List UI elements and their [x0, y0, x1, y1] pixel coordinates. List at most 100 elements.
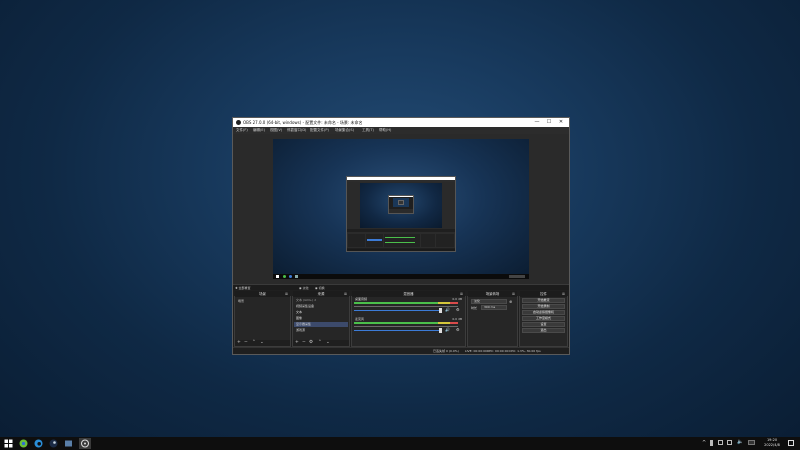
studio-mode-button[interactable]: 工作室模式: [522, 316, 565, 321]
nested-obs-window: [346, 176, 456, 252]
start-virtual-camera-button[interactable]: 启动虚拟摄像机: [522, 310, 565, 315]
volume-meter-yellow: [438, 322, 450, 324]
add-source-icon[interactable]: +: [295, 340, 299, 346]
source-item[interactable]: 文本 (GDI+) 2: [294, 298, 348, 303]
volume-meter-red: [450, 322, 458, 324]
tray-chevron-icon[interactable]: ^: [702, 440, 706, 446]
mixer-channel-db: 0.0 dB: [452, 297, 462, 301]
volume-slider-handle[interactable]: [439, 308, 442, 313]
transitions-dock-title: 场景转场 ⊠: [468, 291, 517, 297]
dock-close-icon[interactable]: ⊠: [562, 291, 565, 297]
transition-mode-a[interactable]: ◉ 淡化: [299, 286, 309, 290]
nested-docks-2: [389, 209, 413, 213]
scenes-dock: 场景 ⊠ 场景 + − ⌃ ⌄: [234, 291, 291, 347]
add-scene-icon[interactable]: +: [237, 340, 241, 346]
volume-meter-yellow: [438, 302, 450, 304]
minimize-button[interactable]: —: [531, 118, 543, 127]
menu-help[interactable]: 帮助(H): [379, 128, 391, 133]
menu-tools[interactable]: 工具(T): [362, 128, 374, 133]
source-item[interactable]: 视频采集设备: [294, 304, 348, 309]
duration-input[interactable]: 300 ms: [481, 305, 507, 310]
rec-timer: REC: 00:00:00: [487, 349, 509, 353]
maximize-button[interactable]: ☐: [543, 118, 555, 127]
menu-scene-collection[interactable]: 场景集合(S): [335, 128, 354, 133]
obs-logo-icon: [236, 120, 241, 125]
dock-close-icon[interactable]: ⊠: [512, 291, 515, 297]
move-up-icon[interactable]: ⌃: [252, 340, 256, 346]
source-item[interactable]: 游戏源: [294, 328, 348, 333]
obs-taskbar-icon[interactable]: [79, 438, 91, 449]
move-up-icon[interactable]: ⌃: [318, 340, 322, 346]
source-properties-icon[interactable]: ⚙: [309, 340, 313, 346]
remove-source-icon[interactable]: −: [302, 340, 306, 346]
menu-bar: 文件(F) 编辑(E) 视图(V) 停靠窗口(D) 配置文件(P) 场景集合(S…: [233, 127, 569, 134]
volume-slider-handle[interactable]: [439, 328, 442, 333]
menu-profile[interactable]: 配置文件(P): [310, 128, 329, 133]
battery-icon[interactable]: [718, 440, 723, 445]
dock-close-icon[interactable]: ⊠: [285, 291, 288, 297]
reset-all-label[interactable]: ✚ 全部重置: [235, 286, 250, 290]
source-item[interactable]: 图像: [294, 316, 348, 321]
status-bar: 已丢失帧 0 (0.0%) LIVE: 00:00:00 REC: 00:00:…: [233, 347, 569, 354]
sources-dock-title-text: 来源: [317, 292, 325, 296]
volume-slider[interactable]: [354, 330, 440, 331]
gear-icon[interactable]: ⚙: [456, 327, 460, 332]
duration-value: 300 ms: [484, 305, 496, 309]
menu-file[interactable]: 文件(F): [236, 128, 248, 133]
nested-sources-dock: [366, 234, 383, 247]
exit-button[interactable]: 退出: [522, 328, 565, 333]
controls-dock-title-text: 控件: [540, 292, 547, 296]
source-item-label: 图像: [296, 316, 303, 320]
add-transition-icon[interactable]: ⊕: [509, 299, 512, 304]
clock[interactable]: 19:20 2022/4/8: [762, 438, 782, 448]
gear-icon[interactable]: ⚙: [456, 307, 460, 312]
transitions-dock-title-text: 场景转场: [485, 292, 500, 296]
controls-dock: 控件 ⊠ 开始推流 开始录制 启动虚拟摄像机 工作室模式 设置 退出: [519, 291, 568, 347]
cpu-fps: CPU: 1.3%, 30.00 fps: [509, 349, 541, 353]
start-streaming-button[interactable]: 开始推流: [522, 298, 565, 303]
nested-preview: [360, 183, 442, 228]
edge-icon[interactable]: [34, 439, 43, 448]
mic-icon[interactable]: [710, 440, 713, 446]
input-method-icon[interactable]: [748, 440, 755, 445]
source-item[interactable]: 文本: [294, 310, 348, 315]
transition-mode-b[interactable]: ◉ 切换: [315, 286, 325, 290]
meter-scale: [354, 326, 458, 327]
scene-item[interactable]: 场景: [236, 299, 289, 304]
close-button[interactable]: ✕: [555, 118, 567, 127]
move-down-icon[interactable]: ⌄: [260, 340, 264, 346]
program-preview[interactable]: [273, 139, 529, 279]
speaker-icon[interactable]: 🔊: [445, 327, 450, 332]
dock-close-icon[interactable]: ⊠: [344, 291, 347, 297]
volume-slider[interactable]: [354, 310, 440, 311]
source-item-selected[interactable]: 显示器采集: [294, 322, 348, 327]
source-item-label: 视频采集设备: [296, 304, 315, 308]
scenes-dock-title-text: 场景: [259, 292, 266, 296]
remove-scene-icon[interactable]: −: [244, 340, 248, 346]
notification-icon[interactable]: [788, 440, 794, 446]
transition-select[interactable]: 淡化: [471, 299, 507, 304]
preview-taskbar: [273, 274, 529, 279]
transitions-dock: 场景转场 ⊠ 淡化 ⊕ 时长 300 ms: [467, 291, 518, 347]
title-bar[interactable]: OBS 27.0.0 (64-bit, windows) - 配置文件: 未命名…: [233, 118, 569, 127]
menu-edit[interactable]: 编辑(E): [253, 128, 265, 133]
steam-icon[interactable]: [49, 439, 58, 448]
speaker-icon[interactable]: 🔊: [445, 307, 450, 312]
chrome-icon[interactable]: [19, 439, 28, 448]
move-down-icon[interactable]: ⌄: [326, 340, 330, 346]
scenes-dock-footer: + − ⌃ ⌄: [235, 340, 290, 346]
nested-mixer-dock: [384, 234, 420, 247]
start-icon[interactable]: [4, 439, 13, 448]
start-recording-button[interactable]: 开始录制: [522, 304, 565, 309]
settings-button[interactable]: 设置: [522, 322, 565, 327]
volume-icon[interactable]: 🔈: [737, 439, 743, 445]
menu-view[interactable]: 视图(V): [270, 128, 282, 133]
transition-select-value: 淡化: [474, 299, 481, 303]
menu-docks[interactable]: 停靠窗口(D): [287, 128, 306, 133]
app-icon[interactable]: [64, 439, 73, 448]
network-icon[interactable]: [727, 440, 732, 445]
source-item-label: 文本 (GDI+) 2: [296, 298, 317, 302]
volume-meter-green: [354, 322, 438, 324]
nested-controls-dock: [436, 234, 454, 247]
volume-meter-red: [450, 302, 458, 304]
